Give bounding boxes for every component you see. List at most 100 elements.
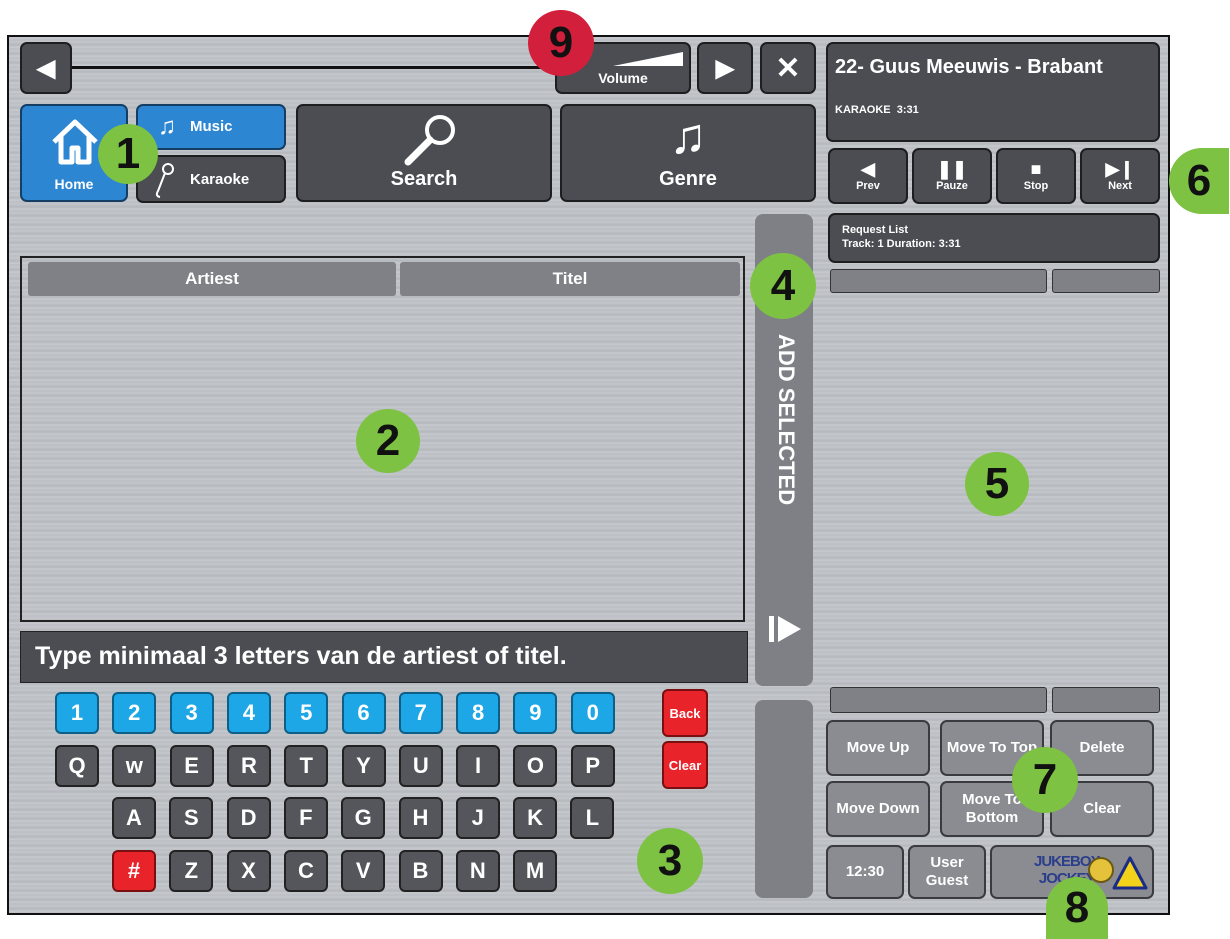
key-5[interactable]: 5 [284,692,329,734]
key-b[interactable]: B [398,850,443,892]
now-playing-panel: 22- Guus Meeuwis - Brabant KARAOKE 3:31 [826,42,1160,142]
key-o[interactable]: O [513,745,558,787]
key-p[interactable]: P [570,745,615,787]
callout-9: 9 [528,10,594,76]
key-9[interactable]: 9 [513,692,558,734]
key-d[interactable]: D [226,797,271,839]
key-0[interactable]: 0 [570,692,615,734]
callout-7: 7 [1012,747,1078,813]
key-z[interactable]: Z [169,850,214,892]
column-header-artist[interactable]: Artiest [28,262,396,296]
search-button[interactable]: Search [296,104,552,202]
key-c[interactable]: C [283,850,328,892]
music-note-icon: ♫ [669,108,707,164]
pause-icon: ❚❚ [936,159,968,179]
record-logo-icon [1088,857,1114,883]
key-u[interactable]: U [398,745,443,787]
column-header-title[interactable]: Titel [400,262,740,296]
stop-label: Stop [1023,180,1049,192]
request-list-title: Request List [842,224,909,236]
music-label: Music [190,118,233,135]
move-down-button[interactable]: Move Down [826,781,930,837]
key-2[interactable]: 2 [112,692,157,734]
volume-ramp-icon [613,52,683,66]
key-hash[interactable]: # [112,850,156,892]
home-icon [50,116,100,166]
callout-8: 8 [1046,877,1108,939]
key-w[interactable]: w [112,745,157,787]
callout-4: 4 [750,253,816,319]
volume-slider-track[interactable] [72,66,557,69]
scroll-strip[interactable] [755,700,813,898]
warning-triangle-icon[interactable] [1112,855,1148,896]
left-arrow-icon: ◀ [36,54,56,82]
forward-nav-button[interactable]: ▶ [697,42,753,94]
pauze-label: Pauze [936,180,968,192]
add-selected-label: ADD SELECTED [774,334,799,506]
music-note-icon: ♫ [158,113,176,140]
key-l[interactable]: L [570,797,615,839]
karaoke-button[interactable]: Karaoke [136,155,286,203]
stop-button[interactable]: ■ Stop [996,148,1076,204]
microphone-icon [152,161,176,204]
request-list-header: Request List Track: 1 Duration: 3:31 [828,213,1160,263]
close-icon: ✕ [775,51,801,85]
key-7[interactable]: 7 [398,692,443,734]
key-i[interactable]: I [456,745,501,787]
search-label: Search [390,167,458,190]
prev-button[interactable]: ◀ Prev [828,148,908,204]
request-column-header-2[interactable] [1052,269,1160,293]
clock: 12:30 [826,845,904,899]
key-y[interactable]: Y [341,745,386,787]
callout-3: 3 [637,828,703,894]
key-v[interactable]: V [341,850,386,892]
key-e[interactable]: E [169,745,214,787]
transport-controls: ◀ Prev ❚❚ Pauze ■ Stop ▶❙ Next [828,148,1164,206]
key-q[interactable]: Q [55,745,99,787]
key-3[interactable]: 3 [169,692,214,734]
key-8[interactable]: 8 [456,692,501,734]
backspace-key[interactable]: Back [662,689,708,737]
key-1[interactable]: 1 [55,692,99,734]
callout-2: 2 [356,409,420,473]
pauze-button[interactable]: ❚❚ Pauze [912,148,992,204]
key-x[interactable]: X [226,850,271,892]
now-playing-subtitle: KARAOKE 3:31 [835,104,919,116]
key-g[interactable]: G [341,797,386,839]
key-6[interactable]: 6 [341,692,386,734]
add-arrow-icon [769,614,803,649]
search-icon [402,112,458,171]
prev-icon: ◀ [861,159,875,179]
prev-label: Prev [856,180,880,192]
clear-key[interactable]: Clear [662,741,708,789]
next-label: Next [1108,180,1132,192]
callout-5: 5 [965,452,1029,516]
key-n[interactable]: N [455,850,500,892]
now-playing-title: 22- Guus Meeuwis - Brabant [835,56,1103,78]
back-nav-button[interactable]: ◀ [20,42,72,94]
key-k[interactable]: K [513,797,558,839]
close-button[interactable]: ✕ [760,42,816,94]
key-r[interactable]: R [226,745,271,787]
key-t[interactable]: T [284,745,329,787]
music-button[interactable]: ♫ Music [136,104,286,150]
key-a[interactable]: A [112,797,156,839]
callout-6: 6 [1169,148,1229,214]
user-name: Guest [925,872,969,889]
request-footer-2 [1052,687,1160,713]
key-4[interactable]: 4 [226,692,271,734]
request-list-info: Track: 1 Duration: 3:31 [842,238,961,250]
genre-button[interactable]: ♫ Genre [560,104,816,202]
next-button[interactable]: ▶❙ Next [1080,148,1160,204]
key-m[interactable]: M [513,850,558,892]
on-screen-keyboard: 1 2 3 4 5 6 7 8 9 0 Qw E R T Y U I O P A S D F G H J K L # Z X C V B N M [0,0,615,892]
right-arrow-icon: ▶ [715,54,735,82]
key-s[interactable]: S [169,797,214,839]
request-column-header-1[interactable] [830,269,1047,293]
key-h[interactable]: H [398,797,443,839]
stop-icon: ■ [1030,159,1042,179]
move-up-button[interactable]: Move Up [826,720,930,776]
key-j[interactable]: J [455,797,500,839]
key-f[interactable]: F [283,797,328,839]
user-button[interactable]: User Guest [908,845,986,899]
